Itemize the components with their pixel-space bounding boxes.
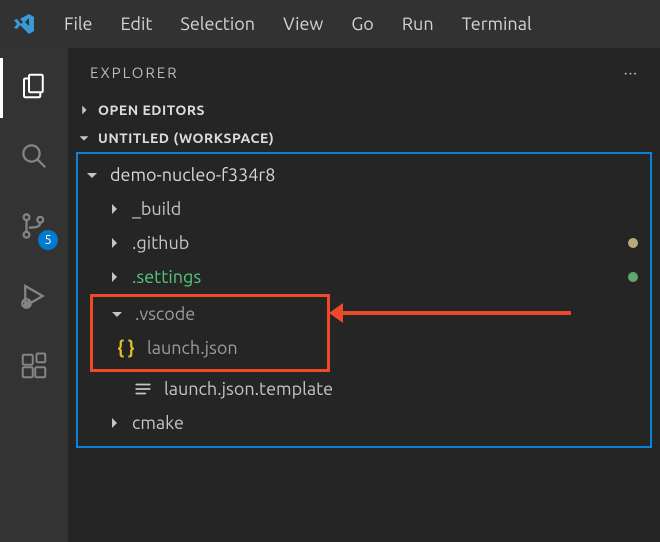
chevron-right-icon: [106, 415, 122, 431]
chevron-right-icon: [76, 102, 92, 118]
chevron-down-icon: [84, 167, 100, 183]
folder-vscode[interactable]: .vscode: [93, 297, 327, 331]
extensions-icon: [19, 351, 49, 385]
git-dirty-dot: [628, 170, 638, 180]
folder-label: .github: [132, 233, 618, 253]
file-launch-json-template[interactable]: launch.json.template: [78, 372, 650, 406]
menu-terminal[interactable]: Terminal: [450, 10, 544, 38]
git-added-dot: [628, 272, 638, 282]
file-label: launch.json: [147, 338, 315, 358]
text-file-icon: [132, 380, 154, 398]
folder-label: .settings: [132, 267, 618, 287]
search-icon: [19, 141, 49, 175]
folder-github[interactable]: .github: [78, 226, 650, 260]
menu-edit[interactable]: Edit: [109, 10, 165, 38]
menu-run[interactable]: Run: [390, 10, 446, 38]
title-bar: File Edit Selection View Go Run Terminal: [0, 0, 660, 48]
sidebar-more-button[interactable]: ···: [624, 64, 638, 81]
main-menu: File Edit Selection View Go Run Terminal: [52, 10, 544, 38]
menu-selection[interactable]: Selection: [168, 10, 267, 38]
section-open-editors[interactable]: OPEN EDITORS: [68, 96, 660, 124]
explorer-sidebar: EXPLORER ··· OPEN EDITORS UNTITLED (WORK…: [68, 48, 660, 542]
menu-view[interactable]: View: [271, 10, 335, 38]
file-label: launch.json.template: [164, 379, 638, 399]
section-workspace[interactable]: UNTITLED (WORKSPACE): [68, 124, 660, 152]
open-editors-label: OPEN EDITORS: [98, 102, 205, 118]
scm-badge: 5: [38, 230, 58, 250]
files-icon: [19, 71, 49, 105]
file-launch-json[interactable]: { } launch.json: [93, 331, 327, 365]
activity-run-debug[interactable]: [0, 268, 68, 328]
folder-label: _build: [132, 199, 638, 219]
git-dirty-dot: [628, 238, 638, 248]
activity-extensions[interactable]: [0, 338, 68, 398]
folder-label: .vscode: [135, 304, 315, 324]
file-tree: demo-nucleo-f334r8 _build .github: [76, 152, 652, 448]
sidebar-title: EXPLORER: [90, 64, 179, 81]
debug-icon: [19, 281, 49, 315]
vscode-logo-icon: [12, 12, 36, 36]
sidebar-header: EXPLORER ···: [68, 48, 660, 96]
workspace-label: UNTITLED (WORKSPACE): [98, 130, 274, 146]
chevron-right-icon: [106, 201, 122, 217]
activity-source-control[interactable]: 5: [0, 198, 68, 258]
annotation-arrow: [341, 311, 571, 315]
menu-go[interactable]: Go: [339, 10, 385, 38]
json-icon: { }: [115, 338, 137, 358]
folder-build[interactable]: _build: [78, 192, 650, 226]
folder-cmake[interactable]: cmake: [78, 406, 650, 440]
activity-bar: 5: [0, 48, 68, 542]
chevron-down-icon: [109, 306, 125, 322]
folder-settings[interactable]: .settings: [78, 260, 650, 294]
activity-search[interactable]: [0, 128, 68, 188]
folder-label: cmake: [132, 413, 638, 433]
folder-label: demo-nucleo-f334r8: [110, 165, 618, 185]
menu-file[interactable]: File: [52, 10, 105, 38]
chevron-right-icon: [106, 269, 122, 285]
chevron-right-icon: [106, 235, 122, 251]
chevron-down-icon: [76, 130, 92, 146]
folder-demo-nucleo[interactable]: demo-nucleo-f334r8: [78, 158, 650, 192]
activity-explorer[interactable]: [0, 58, 68, 118]
annotation-highlight: .vscode { } launch.json: [90, 294, 330, 372]
